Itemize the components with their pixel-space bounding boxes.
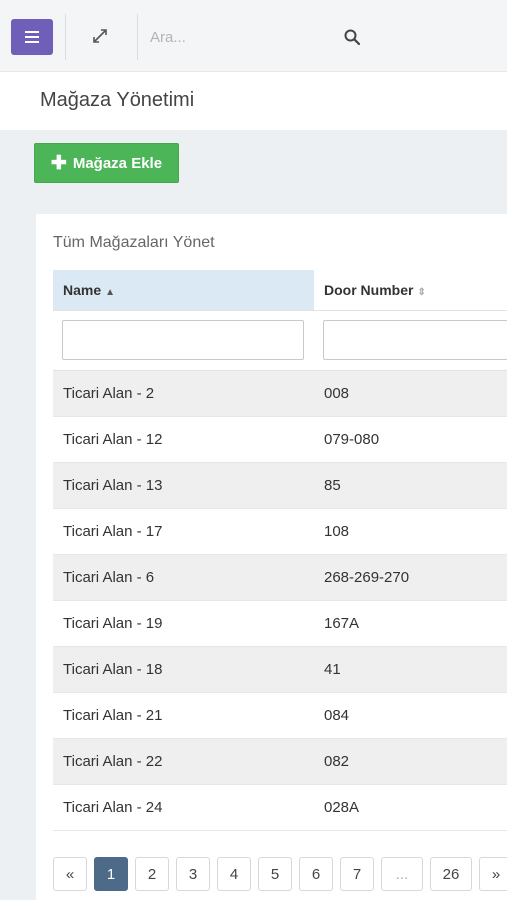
pagination-next-button[interactable]: » [479, 857, 507, 891]
cell-door-number: 028A [314, 784, 507, 831]
cell-door-number: 008 [314, 370, 507, 417]
pagination-page-1[interactable]: 1 [94, 857, 128, 891]
filter-cell [314, 310, 507, 371]
column-header-name[interactable]: Name ▲ [53, 270, 314, 311]
cell-name: Ticari Alan - 24 [53, 784, 314, 831]
pagination-page-3[interactable]: 3 [176, 857, 210, 891]
menu-icon-bar [25, 36, 39, 38]
pagination-ellipsis: ... [381, 857, 423, 891]
sort-both-icon: ⇕ [417, 286, 426, 298]
cell-door-number: 268-269-270 [314, 554, 507, 601]
cell-door-number: 41 [314, 646, 507, 693]
menu-icon-bar [25, 31, 39, 33]
cell-door-number: 082 [314, 738, 507, 785]
cell-door-number: 167A [314, 600, 507, 647]
pagination-page-5[interactable]: 5 [258, 857, 292, 891]
cell-door-number: 108 [314, 508, 507, 555]
add-store-label: Mağaza Ekle [72, 154, 163, 172]
cell-name: Ticari Alan - 12 [53, 416, 314, 463]
add-store-button[interactable]: ✚ Mağaza Ekle [34, 143, 179, 183]
pagination-page-last[interactable]: 26 [430, 857, 472, 891]
cell-door-number: 85 [314, 462, 507, 509]
hamburger-menu-button[interactable] [11, 19, 53, 55]
table-row[interactable]: Ticari Alan - 13 85 [53, 462, 507, 509]
filter-cell [53, 310, 314, 371]
column-header-label: Name [63, 281, 102, 298]
cell-name: Ticari Alan - 19 [53, 600, 314, 647]
divider [137, 14, 138, 60]
divider [65, 14, 66, 60]
cell-door-number: 084 [314, 692, 507, 739]
table-row[interactable]: Ticari Alan - 6 268-269-270 [53, 554, 507, 601]
plus-icon: ✚ [50, 152, 67, 174]
menu-icon-bar [25, 41, 39, 43]
pagination: « 1 2 3 4 5 6 7 ... 26 » [53, 857, 507, 891]
door-number-filter-input[interactable] [323, 320, 507, 360]
cell-name: Ticari Alan - 17 [53, 508, 314, 555]
expand-fullscreen-icon[interactable] [90, 26, 110, 46]
page-title: Mağaza Yönetimi [40, 89, 195, 111]
stores-table: Name ▲ Door Number ⇕ Ticari Alan - 2 008 Ti… [53, 270, 507, 831]
cell-name: Ticari Alan - 2 [53, 370, 314, 417]
cell-name: Ticari Alan - 18 [53, 646, 314, 693]
name-filter-input[interactable] [62, 320, 304, 360]
panel-title: Tüm Mağazaları Yönet [53, 234, 215, 251]
search-icon[interactable] [343, 28, 361, 46]
pagination-page-2[interactable]: 2 [135, 857, 169, 891]
table-row[interactable]: Ticari Alan - 21 084 [53, 692, 507, 739]
cell-name: Ticari Alan - 22 [53, 738, 314, 785]
cell-name: Ticari Alan - 6 [53, 554, 314, 601]
table-row[interactable]: Ticari Alan - 24 028A [53, 784, 507, 831]
table-row[interactable]: Ticari Alan - 19 167A [53, 600, 507, 647]
table-row[interactable]: Ticari Alan - 12 079-080 [53, 416, 507, 463]
pagination-page-6[interactable]: 6 [299, 857, 333, 891]
cell-door-number: 079-080 [314, 416, 507, 463]
top-navbar [0, 0, 507, 72]
pagination-page-7[interactable]: 7 [340, 857, 374, 891]
search-input[interactable] [150, 22, 330, 52]
table-row[interactable]: Ticari Alan - 18 41 [53, 646, 507, 693]
table-row[interactable]: Ticari Alan - 22 082 [53, 738, 507, 785]
sort-ascending-icon: ▲ [105, 286, 116, 298]
column-header-door-number[interactable]: Door Number ⇕ [314, 270, 507, 311]
pagination-prev-button[interactable]: « [53, 857, 87, 891]
page-header: Mağaza Yönetimi [0, 72, 507, 130]
cell-name: Ticari Alan - 13 [53, 462, 314, 509]
column-header-label: Door Number [324, 281, 414, 298]
pagination-page-4[interactable]: 4 [217, 857, 251, 891]
cell-name: Ticari Alan - 21 [53, 692, 314, 739]
table-row[interactable]: Ticari Alan - 17 108 [53, 508, 507, 555]
stores-panel: Tüm Mağazaları Yönet Name ▲ Door Number ⇕ … [36, 214, 507, 900]
table-row[interactable]: Ticari Alan - 2 008 [53, 370, 507, 417]
